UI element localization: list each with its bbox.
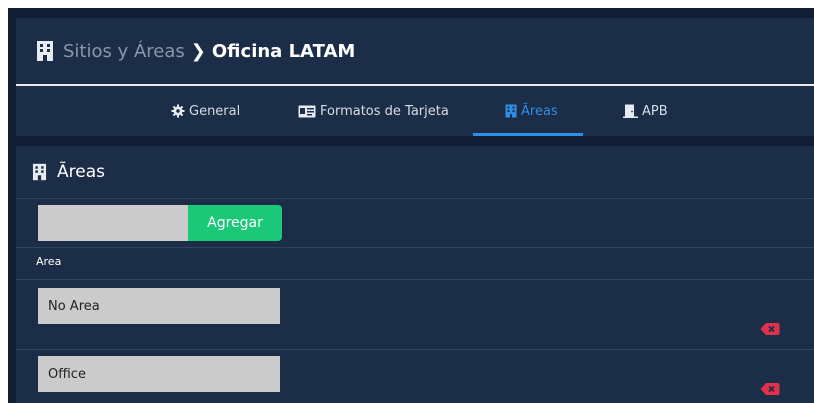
active-tab-indicator <box>473 133 583 136</box>
building-icon <box>32 163 47 181</box>
area-name-field[interactable] <box>38 288 280 324</box>
areas-panel-title: Ãreas <box>57 162 105 182</box>
app-frame: Sitios y Áreas ❯ Oficina LATAM General F… <box>8 8 814 403</box>
id-card-icon <box>298 105 316 117</box>
tab-general-label: General <box>189 103 241 119</box>
area-name-field[interactable] <box>38 356 280 392</box>
tab-apb-label: APB <box>642 103 668 119</box>
areas-panel: Ãreas Agregar Area <box>16 146 814 403</box>
tab-general[interactable]: General <box>171 86 240 136</box>
delete-icon[interactable] <box>760 382 780 396</box>
breadcrumb-parent[interactable]: Sitios y Áreas <box>63 41 185 62</box>
building-icon <box>37 41 53 61</box>
new-area-input[interactable] <box>38 205 188 241</box>
column-header-area: Area <box>36 255 62 268</box>
areas-panel-header: Ãreas <box>16 146 814 198</box>
delete-icon[interactable] <box>760 322 780 336</box>
tab-bar: General Formatos de Tarjeta Ãreas APB <box>16 86 814 136</box>
breadcrumb-separator-icon: ❯ <box>190 40 206 62</box>
header-panel: Sitios y Áreas ❯ Oficina LATAM General F… <box>16 18 814 136</box>
tab-card-formats-label: Formatos de Tarjeta <box>320 103 449 119</box>
add-area-button[interactable]: Agregar <box>188 205 282 241</box>
building-icon <box>505 104 517 118</box>
divider <box>16 279 814 280</box>
tab-apb[interactable]: APB <box>623 86 668 136</box>
door-icon <box>623 104 638 118</box>
tab-card-formats[interactable]: Formatos de Tarjeta <box>298 86 449 136</box>
divider <box>16 247 814 248</box>
tab-areas-label: Ãreas <box>521 103 558 119</box>
breadcrumb-current: Oficina LATAM <box>211 40 356 62</box>
divider <box>16 198 814 199</box>
tab-areas[interactable]: Ãreas <box>505 86 558 136</box>
divider <box>16 349 814 350</box>
breadcrumb: Sitios y Áreas ❯ Oficina LATAM <box>16 18 814 84</box>
gear-icon <box>171 104 185 118</box>
